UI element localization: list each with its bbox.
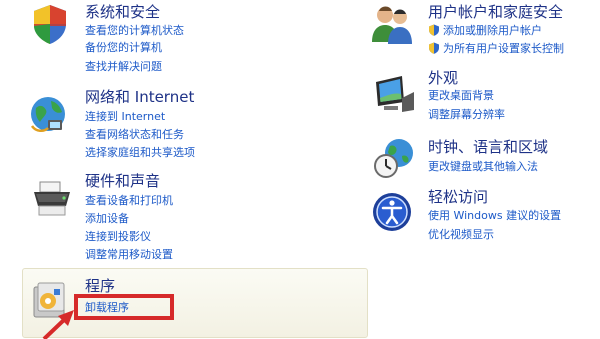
link-connect-projector[interactable]: 连接到投影仪 — [85, 229, 151, 244]
link-windows-suggested-settings[interactable]: 使用 Windows 建议的设置 — [428, 208, 561, 223]
category-title-system-security[interactable]: 系统和安全 — [85, 3, 160, 21]
link-connect-internet[interactable]: 连接到 Internet — [85, 109, 165, 124]
link-devices-printers[interactable]: 查看设备和打印机 — [85, 193, 173, 208]
link-parental-controls[interactable]: 为所有用户设置家长控制 — [428, 41, 564, 56]
category-title-ease-of-access[interactable]: 轻松访问 — [428, 188, 488, 206]
highlight-box — [74, 294, 174, 320]
category-title-programs[interactable]: 程序 — [85, 277, 115, 295]
link-view-network-status[interactable]: 查看网络状态和任务 — [85, 127, 184, 142]
link-change-keyboard[interactable]: 更改键盘或其他输入法 — [428, 159, 538, 174]
shield-icon[interactable] — [28, 2, 72, 46]
link-optimize-visual-display[interactable]: 优化视频显示 — [428, 227, 494, 242]
category-title-appearance[interactable]: 外观 — [428, 69, 458, 87]
red-arrow-icon — [42, 310, 74, 339]
monitor-icon[interactable] — [372, 72, 416, 116]
link-change-background[interactable]: 更改桌面背景 — [428, 88, 494, 103]
printer-icon[interactable] — [30, 176, 74, 220]
link-screen-resolution[interactable]: 调整屏幕分辨率 — [428, 107, 505, 122]
category-title-clock-region[interactable]: 时钟、语言和区域 — [428, 138, 548, 156]
category-title-network[interactable]: 网络和 Internet — [85, 88, 194, 106]
uac-shield-icon — [429, 24, 439, 36]
link-add-remove-accounts[interactable]: 添加或删除用户帐户 — [428, 23, 542, 38]
link-label: 添加或删除用户帐户 — [443, 24, 542, 37]
link-view-computer-status[interactable]: 查看您的计算机状态 — [85, 23, 184, 38]
link-homegroup-sharing[interactable]: 选择家庭组和共享选项 — [85, 145, 195, 160]
link-add-device[interactable]: 添加设备 — [85, 211, 129, 226]
link-label: 为所有用户设置家长控制 — [443, 42, 564, 55]
link-mobility-settings[interactable]: 调整常用移动设置 — [85, 247, 173, 262]
link-find-fix-problems[interactable]: 查找并解决问题 — [85, 59, 162, 74]
category-title-user-accounts[interactable]: 用户帐户和家庭安全 — [428, 3, 563, 21]
users-icon[interactable] — [370, 2, 414, 46]
globe-network-icon[interactable] — [26, 92, 70, 136]
link-backup-computer[interactable]: 备份您的计算机 — [85, 40, 162, 55]
category-title-hardware-sound[interactable]: 硬件和声音 — [85, 172, 160, 190]
clock-globe-icon[interactable] — [372, 136, 416, 180]
ease-of-access-icon[interactable] — [370, 190, 414, 234]
uac-shield-icon — [429, 42, 439, 54]
